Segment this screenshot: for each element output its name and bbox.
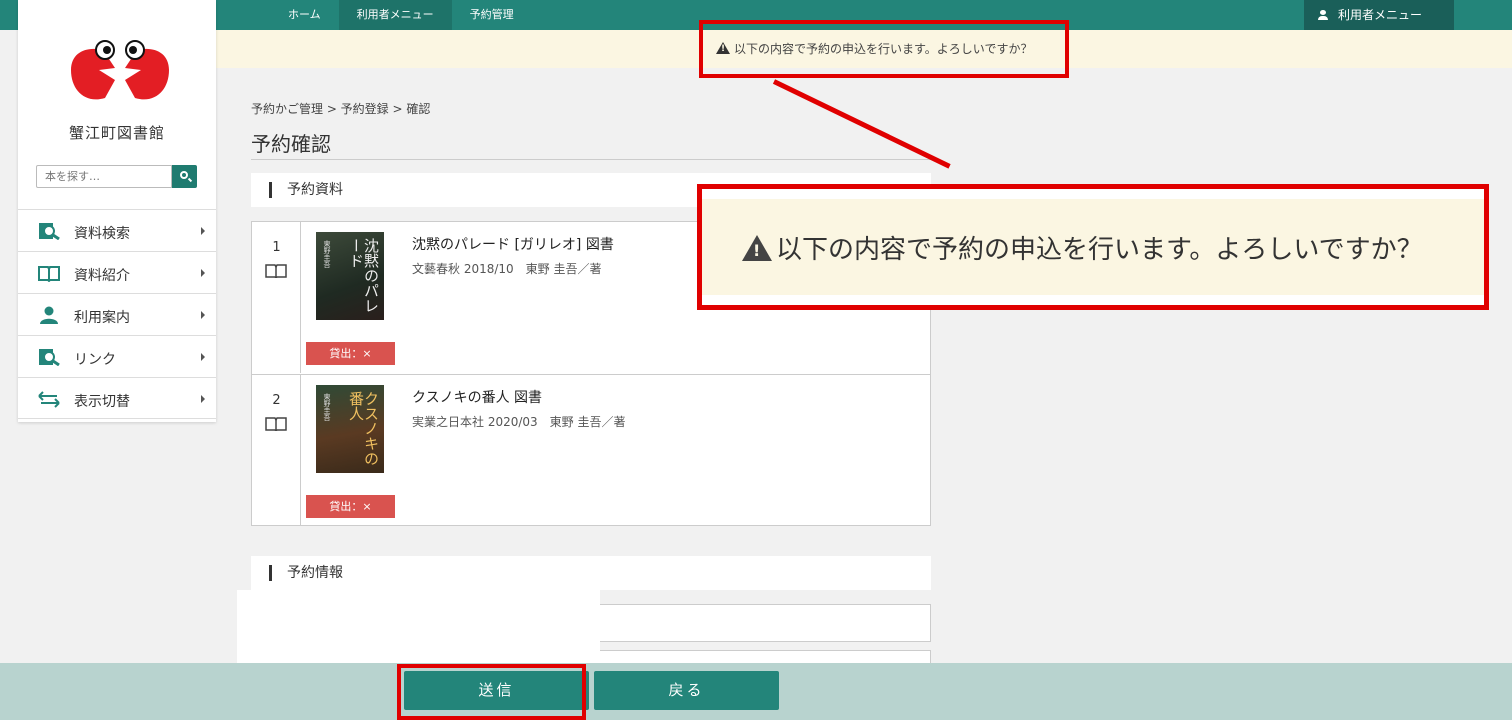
- status-badge: 貸出：×: [306, 342, 395, 365]
- search-input[interactable]: [36, 165, 172, 188]
- caret-right-icon: [201, 311, 205, 319]
- sidebar-item-label: 資料検索: [74, 226, 130, 242]
- sidebar-item-links[interactable]: リンク: [18, 335, 216, 377]
- search-book-icon: [39, 223, 60, 240]
- swap-arrows-icon: [38, 391, 60, 408]
- sidebar-item-display-toggle[interactable]: 表示切替: [18, 377, 216, 419]
- sidebar-item-label: 資料紹介: [74, 268, 130, 284]
- user-icon: [40, 306, 58, 324]
- row-number-cell: 1: [252, 222, 301, 373]
- book-meta: 文藝春秋 2018/10 東野 圭吾／著: [412, 262, 602, 276]
- top-breadcrumb: ホーム 利用者メニュー 予約管理: [270, 0, 532, 30]
- zoom-banner: ! 以下の内容で予約の申込を行います。よろしいですか？: [702, 199, 1484, 295]
- crumb-reservation: 予約管理: [451, 0, 532, 30]
- crumb-user-menu[interactable]: 利用者メニュー: [338, 0, 452, 30]
- highlight-box-send: [397, 664, 586, 720]
- zoom-message: ! 以下の内容で予約の申込を行います。よろしいですか？: [742, 229, 1423, 266]
- zoom-message-text: 以下の内容で予約の申込を行います。よろしいですか？: [776, 235, 1423, 265]
- cover-author: 東野圭吾: [323, 393, 331, 421]
- row-number: 2: [272, 393, 281, 408]
- cover-author: 東野圭吾: [323, 240, 331, 268]
- book-icon: [265, 417, 287, 431]
- sidebar-item-search[interactable]: 資料検索: [18, 209, 216, 251]
- page-title: 予約確認: [251, 132, 331, 156]
- sidebar-item-label: 利用案内: [74, 310, 130, 326]
- book-icon: [265, 264, 287, 278]
- library-name: 蟹江町図書館: [68, 124, 165, 142]
- warning-icon: !: [742, 235, 772, 261]
- row-number-cell: 2: [252, 375, 301, 526]
- search-button[interactable]: [172, 165, 197, 188]
- redaction-mask: [237, 590, 600, 664]
- caret-right-icon: [201, 395, 205, 403]
- library-logo[interactable]: [65, 40, 175, 108]
- cover-title: クスノキの番人: [347, 391, 380, 466]
- sidebar-item-introduction[interactable]: 資料紹介: [18, 251, 216, 293]
- sidebar-nav: 資料検索 資料紹介 利用案内 リンク 表示切替: [18, 209, 216, 419]
- user-menu-label: 利用者メニュー: [1338, 8, 1423, 22]
- status-badge: 貸出：×: [306, 495, 395, 518]
- sidebar-item-label: リンク: [74, 352, 116, 368]
- search-book-icon: [39, 349, 60, 366]
- callout-connector: [772, 79, 951, 169]
- sidebar-item-label: 表示切替: [74, 394, 130, 410]
- book-meta: 実業之日本社 2020/03 東野 圭吾／著: [412, 415, 626, 429]
- section-heading-info: 予約情報: [251, 556, 931, 590]
- caret-right-icon: [201, 269, 205, 277]
- crumb-home[interactable]: ホーム: [270, 0, 339, 30]
- zoom-callout: ! 以下の内容で予約の申込を行います。よろしいですか？: [697, 184, 1489, 310]
- back-button[interactable]: 戻る: [594, 671, 779, 710]
- sidebar: 蟹江町図書館 資料検索 資料紹介 利用案: [18, 0, 216, 422]
- book-title[interactable]: クスノキの番人 図書: [412, 387, 542, 407]
- table-row: 2 クスノキの番人 東野圭吾 貸出：× クスノキの番人 図書 実業之日本社 20…: [252, 374, 930, 526]
- book-title[interactable]: 沈黙のパレード [ガリレオ] 図書: [412, 234, 614, 254]
- row-number: 1: [272, 240, 281, 255]
- divider: [251, 159, 931, 160]
- user-icon: [1318, 10, 1328, 20]
- highlight-box-confirm: [699, 20, 1069, 78]
- book-cover[interactable]: クスノキの番人 東野圭吾: [316, 385, 384, 473]
- breadcrumb: 予約かご管理 > 予約登録 > 確認: [251, 102, 431, 116]
- search-icon: [180, 171, 188, 179]
- sidebar-item-guide[interactable]: 利用案内: [18, 293, 216, 335]
- open-book-icon: [38, 266, 60, 282]
- caret-right-icon: [201, 227, 205, 235]
- cover-title: 沈黙のパレード: [347, 238, 380, 313]
- book-cover[interactable]: 沈黙のパレード 東野圭吾: [316, 232, 384, 320]
- caret-right-icon: [201, 353, 205, 361]
- user-menu-button[interactable]: 利用者メニュー: [1304, 0, 1454, 30]
